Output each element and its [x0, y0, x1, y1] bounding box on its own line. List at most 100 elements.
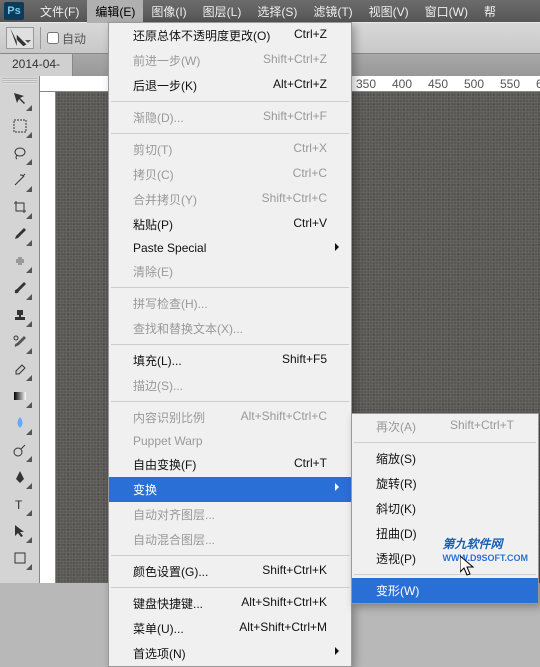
edit-menu-item-28[interactable]: 键盘快捷键... Alt+Shift+Ctrl+K [109, 591, 351, 616]
edit-menu-item-17: 描边(S)... [109, 373, 351, 398]
menu-1[interactable]: 编辑(E) [87, 0, 143, 23]
eraser-tool[interactable] [8, 357, 32, 381]
blur-tool[interactable] [8, 411, 32, 435]
menu-item-label: 自由变换(F) [133, 456, 196, 473]
shortcut: Alt+Shift+Ctrl+M [239, 620, 327, 637]
shortcut: Alt+Ctrl+Z [273, 77, 327, 94]
marquee-tool[interactable] [8, 114, 32, 138]
edit-menu-item-9[interactable]: 粘贴(P)Ctrl+V [109, 212, 351, 237]
edit-menu-item-21[interactable]: 自由变换(F) Ctrl+T [109, 452, 351, 477]
pen-tool[interactable] [8, 465, 32, 489]
menu-item-label: 清除(E) [133, 263, 173, 280]
menu-item-label: Paste Special [133, 241, 206, 255]
edit-menu-item-20: Puppet Warp [109, 430, 351, 452]
separator [111, 133, 349, 134]
shortcut: Alt+Shift+Ctrl+K [241, 595, 327, 612]
panel-grabber[interactable] [2, 78, 37, 84]
wand-tool[interactable] [8, 168, 32, 192]
ruler-vertical [40, 92, 56, 583]
menu-item-label: 自动混合图层... [133, 531, 215, 548]
history-brush-tool[interactable] [8, 330, 32, 354]
separator [111, 344, 349, 345]
menu-2[interactable]: 图像(I) [143, 0, 194, 23]
menu-item-label: 缩放(S) [376, 450, 416, 467]
shortcut: Shift+F5 [282, 352, 327, 369]
menu-7[interactable]: 窗口(W) [417, 0, 476, 23]
brush-tool[interactable] [8, 276, 32, 300]
menu-item-label: 斜切(K) [376, 500, 416, 517]
edit-menu-item-26[interactable]: 颜色设置(G)...Shift+Ctrl+K [109, 559, 351, 584]
move-tool[interactable] [8, 87, 32, 111]
transform-menu-item-2[interactable]: 缩放(S) [352, 446, 538, 471]
menu-item-label: 填充(L)... [133, 352, 182, 369]
transform-menu-item-4[interactable]: 斜切(K) [352, 496, 538, 521]
menu-item-label: 渐隐(D)... [133, 109, 184, 126]
edit-menu-item-22[interactable]: 变换 [109, 477, 351, 502]
shortcut: Ctrl+X [293, 141, 327, 158]
crop-tool[interactable] [8, 195, 32, 219]
menu-item-label: 后退一步(K) [133, 77, 197, 94]
eyedropper-tool[interactable] [8, 222, 32, 246]
shortcut: Ctrl+C [293, 166, 327, 183]
transform-menu-item-3[interactable]: 旋转(R) [352, 471, 538, 496]
menu-item-label: 首选项(N) [133, 645, 186, 662]
shortcut: Ctrl+Z [294, 27, 327, 44]
menu-item-label: 剪切(T) [133, 141, 172, 158]
menu-item-label: 粘贴(P) [133, 216, 173, 233]
tools-panel: T [0, 76, 40, 583]
menu-item-label: 旋转(R) [376, 475, 417, 492]
edit-menu-item-13: 拼写检查(H)... [109, 291, 351, 316]
edit-menu-item-2[interactable]: 后退一步(K) Alt+Ctrl+Z [109, 73, 351, 98]
edit-menu-item-1: 前进一步(W)Shift+Ctrl+Z [109, 48, 351, 73]
menu-5[interactable]: 滤镜(T) [305, 0, 360, 23]
shape-tool[interactable] [8, 546, 32, 570]
shortcut: Shift+Ctrl+T [450, 418, 514, 435]
ps-logo: Ps [4, 2, 24, 20]
lasso-tool[interactable] [8, 141, 32, 165]
edit-menu-item-10[interactable]: Paste Special [109, 237, 351, 259]
edit-menu-item-16[interactable]: 填充(L)... Shift+F5 [109, 348, 351, 373]
document-tab[interactable]: 2014-04- [0, 54, 73, 76]
menu-8[interactable]: 帮 [476, 0, 504, 23]
tool-preset-picker[interactable] [6, 27, 34, 49]
menu-item-label: 合并拷贝(Y) [133, 191, 197, 208]
stamp-tool[interactable] [8, 303, 32, 327]
menu-6[interactable]: 视图(V) [361, 0, 417, 23]
menu-item-label: 再次(A) [376, 418, 416, 435]
edit-menu-item-6: 剪切(T) Ctrl+X [109, 137, 351, 162]
submenu-arrow-icon [335, 483, 343, 491]
menu-4[interactable]: 选择(S) [249, 0, 305, 23]
edit-menu-item-30[interactable]: 首选项(N) [109, 641, 351, 666]
submenu-arrow-icon [335, 243, 343, 251]
gradient-tool[interactable] [8, 384, 32, 408]
auto-select-checkbox[interactable]: 自动 [47, 30, 86, 47]
menu-item-label: 扭曲(D) [376, 525, 417, 542]
menu-3[interactable]: 图层(L) [195, 0, 250, 23]
shortcut: Shift+Ctrl+K [262, 563, 327, 580]
shortcut: Ctrl+T [294, 456, 327, 473]
submenu-arrow-icon [335, 647, 343, 655]
shortcut: Alt+Shift+Ctrl+C [241, 409, 327, 426]
edit-menu-item-0[interactable]: 还原总体不透明度更改(O)Ctrl+Z [109, 23, 351, 48]
shortcut: Shift+Ctrl+C [262, 191, 327, 208]
menu-item-label: 前进一步(W) [133, 52, 200, 69]
svg-text:T: T [15, 498, 23, 512]
watermark: 第九软件网 WWW.D9SOFT.COM [443, 535, 529, 563]
menubar: Ps 文件(F)编辑(E)图像(I)图层(L)选择(S)滤镜(T)视图(V)窗口… [0, 0, 540, 22]
transform-menu-item-8[interactable]: 变形(W) [352, 578, 538, 603]
edit-menu-item-29[interactable]: 菜单(U)...Alt+Shift+Ctrl+M [109, 616, 351, 641]
menu-0[interactable]: 文件(F) [32, 0, 87, 23]
separator [354, 574, 536, 575]
edit-menu-item-23: 自动对齐图层... [109, 502, 351, 527]
path-selection-tool[interactable] [8, 519, 32, 543]
type-tool[interactable]: T [8, 492, 32, 516]
healing-tool[interactable] [8, 249, 32, 273]
edit-menu-item-24: 自动混合图层... [109, 527, 351, 552]
edit-menu-item-14: 查找和替换文本(X)... [109, 316, 351, 341]
separator [354, 442, 536, 443]
menu-item-label: 键盘快捷键... [133, 595, 203, 612]
dodge-tool[interactable] [8, 438, 32, 462]
menu-item-label: 自动对齐图层... [133, 506, 215, 523]
menu-item-label: 描边(S)... [133, 377, 183, 394]
menu-item-label: Puppet Warp [133, 434, 203, 448]
